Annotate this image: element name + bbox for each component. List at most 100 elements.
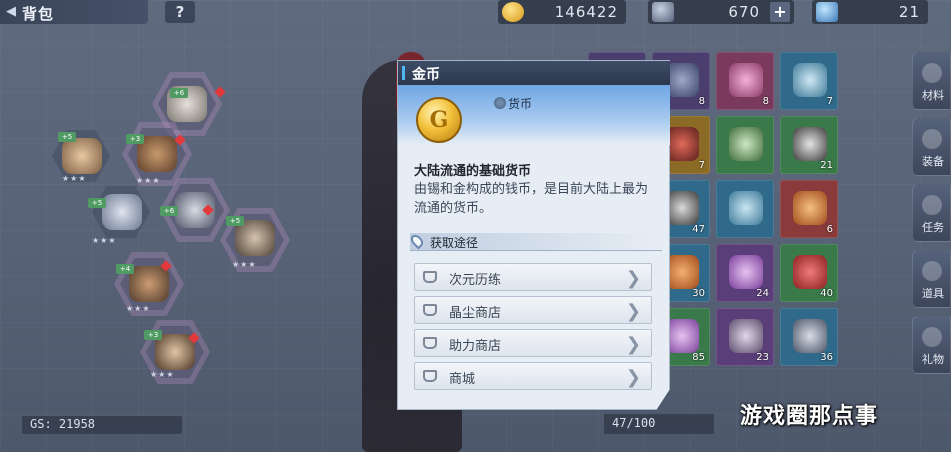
gem-counter: 21 xyxy=(812,0,928,24)
glove-icon xyxy=(62,138,102,174)
source-item-mall[interactable]: 商城 ❯ xyxy=(414,362,652,390)
source-item-support-shop[interactable]: 助力商店 ❯ xyxy=(414,329,652,357)
tooltip-header: 金币 xyxy=(398,61,670,85)
item-quantity: 8 xyxy=(698,96,705,107)
tab-materials[interactable]: 材料 xyxy=(912,52,951,110)
item-quantity: 30 xyxy=(692,288,705,299)
level-tag: +3 xyxy=(126,134,144,144)
chevron-right-icon: ❯ xyxy=(625,301,641,322)
item-quantity: 47 xyxy=(692,224,705,235)
item-quantity: 40 xyxy=(820,288,833,299)
item-quantity: 8 xyxy=(762,96,769,107)
header-accent-bar xyxy=(402,66,405,80)
source-label: 助力商店 xyxy=(449,339,502,354)
description-text: 由锡和金构成的钱币，是目前大陆上最为流通的货币。 xyxy=(414,182,649,216)
description-title: 大陆流通的基础货币 xyxy=(414,164,532,179)
item-icon xyxy=(793,319,827,353)
tab-equipment[interactable]: 装备 xyxy=(912,118,951,176)
source-label: 商城 xyxy=(449,372,476,387)
equipment-slots: +6 +5 ★★★ +3 ★★★ +5 ★★★ +6 +5 ★★★ +4 ★★★… xyxy=(40,72,320,392)
source-icon xyxy=(423,271,437,283)
tab-gifts[interactable]: 礼物 xyxy=(912,316,951,374)
item-icon xyxy=(793,127,827,161)
coin-glyph: G xyxy=(429,107,449,133)
items-icon xyxy=(922,261,942,281)
page-title: 背包 xyxy=(22,5,55,23)
watermark: 游戏圈那点事 xyxy=(740,404,879,429)
chevron-right-icon: ❯ xyxy=(625,367,641,388)
item-icon xyxy=(665,319,699,353)
item-icon xyxy=(665,191,699,225)
source-heading: 获取途径 xyxy=(408,232,662,251)
tab-label: 材料 xyxy=(922,89,944,102)
inventory-slot[interactable]: 23 xyxy=(716,308,774,366)
level-tag: +5 xyxy=(58,132,76,142)
quest-icon xyxy=(922,195,942,215)
source-item-dimension-trial[interactable]: 次元历练 ❯ xyxy=(414,263,652,291)
gold-coin-icon xyxy=(502,2,524,22)
inventory-slot[interactable]: 7 xyxy=(780,52,838,110)
tab-label: 任务 xyxy=(922,221,944,234)
category-tabs: 材料 装备 任务 道具 礼物 xyxy=(912,52,951,382)
inventory-slot[interactable] xyxy=(716,116,774,174)
crystal-amount: 670 xyxy=(728,3,760,21)
item-quantity: 36 xyxy=(820,352,833,363)
source-label: 晶尘商店 xyxy=(449,306,502,321)
tab-items[interactable]: 道具 xyxy=(912,250,951,308)
gem-amount: 21 xyxy=(898,3,920,21)
source-heading-label: 获取途径 xyxy=(430,236,479,250)
inventory-slot[interactable]: 36 xyxy=(780,308,838,366)
item-quantity: 23 xyxy=(756,352,769,363)
gold-coin-icon: G xyxy=(416,97,462,143)
inventory-slot[interactable]: 8 xyxy=(716,52,774,110)
gift-icon xyxy=(922,327,942,347)
inventory-slot[interactable]: 21 xyxy=(780,116,838,174)
level-tag: +6 xyxy=(160,206,178,216)
gold-counter: 146422 xyxy=(498,0,626,24)
item-quantity: 7 xyxy=(826,96,833,107)
item-quantity: 6 xyxy=(826,224,833,235)
source-item-crystal-shop[interactable]: 晶尘商店 ❯ xyxy=(414,296,652,324)
item-quantity: 7 xyxy=(698,160,705,171)
item-tooltip: 金币 G 货币 大陆流通的基础货币 由锡和金构成的钱币，是目前大陆上最为流通的货… xyxy=(397,60,670,410)
inventory-slot[interactable]: 40 xyxy=(780,244,838,302)
inventory-slot[interactable]: 6 xyxy=(780,180,838,238)
star-rating: ★★★ xyxy=(232,260,257,269)
gem-icon xyxy=(816,2,838,22)
bag-capacity: 47/100 xyxy=(604,414,714,434)
inventory-slot[interactable] xyxy=(716,180,774,238)
location-pin-icon xyxy=(408,232,426,250)
help-button[interactable]: ? xyxy=(165,1,195,23)
star-rating: ★★★ xyxy=(62,174,87,183)
chevron-right-icon: ❯ xyxy=(625,268,641,289)
bracer-icon xyxy=(102,194,142,230)
source-label: 次元历练 xyxy=(449,273,502,288)
item-icon xyxy=(665,63,699,97)
tab-quests[interactable]: 任务 xyxy=(912,184,951,242)
tab-label: 装备 xyxy=(922,155,944,168)
tab-label: 礼物 xyxy=(922,353,944,366)
gold-amount: 146422 xyxy=(554,3,618,21)
level-tag: +3 xyxy=(144,330,162,340)
item-icon xyxy=(729,63,763,97)
add-crystal-button[interactable]: + xyxy=(770,2,790,22)
gear-score-label: GS: 21958 xyxy=(30,417,96,431)
level-tag: +6 xyxy=(170,88,188,98)
equipment-icon xyxy=(922,129,942,149)
source-icon xyxy=(423,370,437,382)
source-icon xyxy=(423,304,437,316)
star-rating: ★★★ xyxy=(136,176,161,185)
item-type-label: 货币 xyxy=(508,97,533,111)
back-button[interactable]: ◀ 背包 xyxy=(0,0,148,24)
item-icon xyxy=(793,191,827,225)
item-icon xyxy=(729,127,763,161)
materials-icon xyxy=(922,63,942,83)
top-bar: ◀ 背包 ? 146422 670 + 21 xyxy=(0,0,951,26)
item-quantity: 24 xyxy=(756,288,769,299)
crystal-counter: 670 + xyxy=(648,0,794,24)
source-icon xyxy=(423,337,437,349)
inventory-slot[interactable]: 24 xyxy=(716,244,774,302)
item-icon xyxy=(665,255,699,289)
level-tag: +5 xyxy=(88,198,106,208)
currency-type-icon xyxy=(494,97,506,109)
